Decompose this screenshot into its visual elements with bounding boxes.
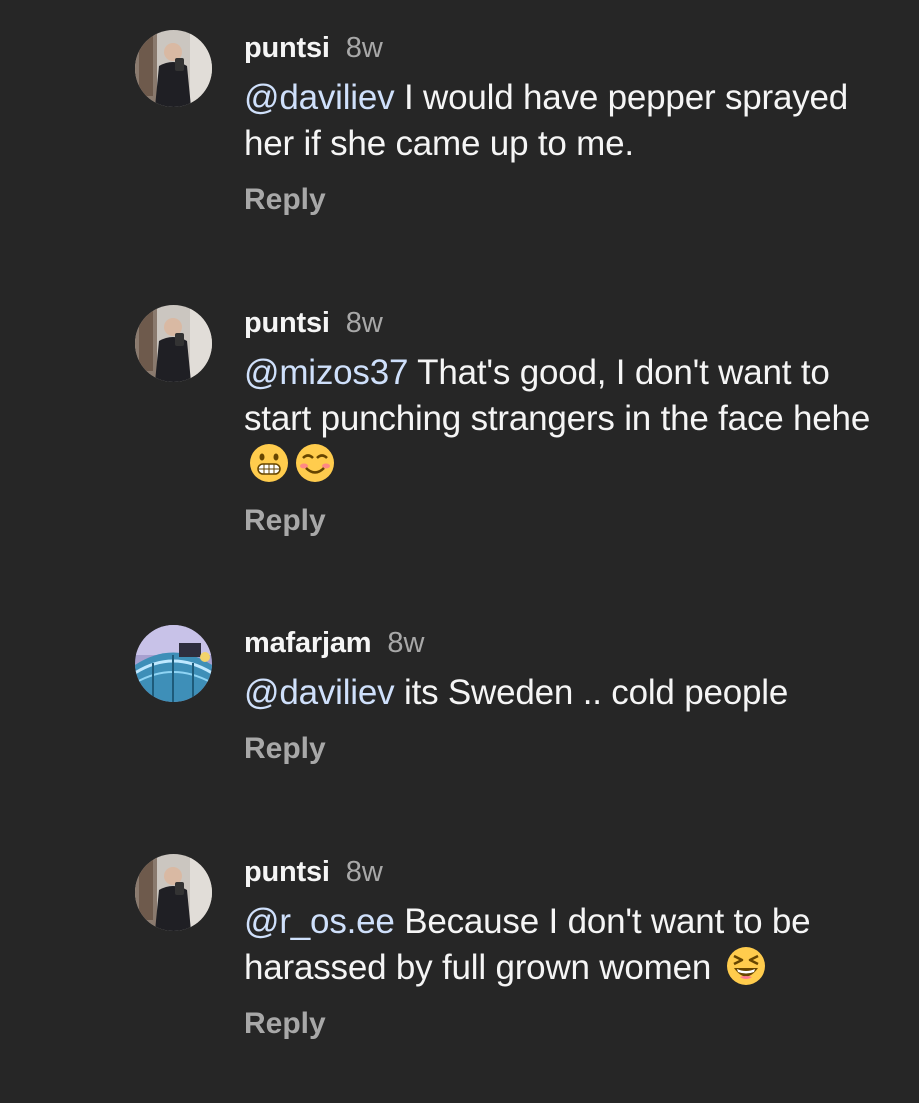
timestamp: 8w xyxy=(345,856,383,888)
timestamp: 8w xyxy=(345,32,383,64)
avatar[interactable] xyxy=(135,305,212,382)
reply-button[interactable]: Reply xyxy=(244,501,889,541)
avatar[interactable] xyxy=(135,625,212,702)
timestamp: 8w xyxy=(387,627,425,659)
avatar[interactable] xyxy=(135,30,212,107)
comment-text: @r_os.ee Because I don't want to be hara… xyxy=(244,899,889,991)
mention-link[interactable]: @r_os.ee xyxy=(244,902,395,941)
timestamp: 8w xyxy=(345,307,383,339)
laughing-squint-face-icon xyxy=(725,945,767,987)
comment-text: @daviliev I would have pepper sprayed he… xyxy=(244,75,889,167)
mention-link[interactable]: @daviliev xyxy=(244,78,395,117)
reply-button[interactable]: Reply xyxy=(244,180,889,220)
comment-text: @daviliev its Sweden .. cold people xyxy=(244,670,889,716)
username[interactable]: puntsi xyxy=(244,856,330,888)
grinning-face-icon xyxy=(248,442,290,484)
username[interactable]: puntsi xyxy=(244,32,330,64)
avatar[interactable] xyxy=(135,854,212,931)
comment-text: @mizos37 That's good, I don't want to st… xyxy=(244,350,889,488)
smiling-face-icon xyxy=(294,442,336,484)
username[interactable]: puntsi xyxy=(244,307,330,339)
mention-link[interactable]: @mizos37 xyxy=(244,353,408,392)
reply-button[interactable]: Reply xyxy=(244,1004,889,1044)
username[interactable]: mafarjam xyxy=(244,627,372,659)
comment-body: its Sweden .. cold people xyxy=(394,673,789,712)
reply-button[interactable]: Reply xyxy=(244,729,889,769)
mention-link[interactable]: @daviliev xyxy=(244,673,395,712)
